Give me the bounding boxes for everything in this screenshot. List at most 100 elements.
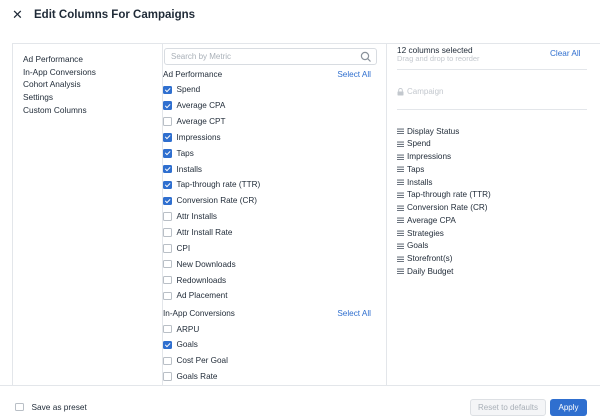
metric-label: Average CPT: [176, 117, 226, 127]
selected-column-label: Daily Budget: [407, 266, 454, 276]
locked-column: Campaign: [397, 87, 443, 96]
selected-column-label: Strategies: [407, 228, 444, 238]
metric-label: Cost Per Goal: [176, 356, 228, 366]
drag-handle-icon[interactable]: [397, 192, 404, 198]
metric-list[interactable]: Search by Metric Ad Performance Select Al…: [163, 44, 387, 385]
metric-row[interactable]: CPI: [163, 242, 190, 254]
drag-handle-icon[interactable]: [397, 128, 404, 134]
metric-checkbox[interactable]: [163, 101, 172, 110]
drag-handle-icon[interactable]: [397, 217, 404, 224]
selected-column-item[interactable]: Installs: [397, 176, 432, 188]
selected-column-label: Installs: [407, 177, 433, 187]
selected-column-item[interactable]: Daily Budget: [397, 265, 453, 277]
locked-column-label: Campaign: [407, 87, 444, 96]
clear-all-link[interactable]: Clear All: [550, 49, 581, 58]
metric-row[interactable]: Attr Installs: [163, 211, 217, 223]
metric-checkbox[interactable]: [163, 196, 172, 206]
metric-row[interactable]: Goals Rate: [163, 371, 217, 383]
drag-handle-icon[interactable]: [397, 243, 404, 249]
metric-row[interactable]: Ad Placement: [163, 290, 227, 302]
drag-handle-icon[interactable]: [397, 179, 404, 185]
select-all-link[interactable]: Select All: [337, 309, 371, 318]
selected-column-item[interactable]: Impressions: [397, 151, 451, 163]
metric-checkbox[interactable]: [163, 356, 172, 366]
metric-row[interactable]: Cost Per Goal: [163, 355, 228, 367]
metric-row[interactable]: Impressions: [163, 131, 221, 143]
drag-handle-icon[interactable]: [397, 256, 404, 262]
metric-checkbox[interactable]: [163, 85, 172, 95]
selected-column-item[interactable]: Strategies: [397, 227, 444, 239]
metric-checkbox[interactable]: [163, 149, 172, 158]
metric-checkbox[interactable]: [163, 291, 172, 301]
metric-checkbox[interactable]: [163, 164, 172, 174]
drag-handle-icon[interactable]: [397, 205, 404, 211]
metric-checkbox[interactable]: [163, 372, 172, 381]
save-preset-checkbox[interactable]: [15, 402, 24, 412]
reset-defaults-button[interactable]: Reset to defaults: [470, 399, 546, 416]
search-icon: [360, 51, 371, 62]
metric-checkbox[interactable]: [163, 117, 172, 126]
selected-column-item[interactable]: Tap-through rate (TTR): [397, 189, 491, 201]
select-all-link[interactable]: Select All: [337, 70, 371, 79]
metric-label: ARPU: [176, 324, 200, 334]
selected-column-label: Display Status: [407, 126, 460, 136]
metric-row[interactable]: ARPU: [163, 323, 199, 335]
selected-column-item[interactable]: Spend: [397, 138, 431, 150]
metric-checkbox[interactable]: [163, 244, 172, 253]
metric-checkbox[interactable]: [163, 180, 172, 190]
category-nav: Ad Performance In-App Conversions Cohort…: [13, 44, 163, 385]
selected-column-item[interactable]: Taps: [397, 163, 424, 175]
metric-label: CPI: [176, 243, 191, 253]
metric-row[interactable]: Spend: [163, 84, 200, 96]
metric-row[interactable]: Attr Install Rate: [163, 227, 232, 239]
reorder-hint: Drag and drop to reorder: [397, 54, 480, 63]
metric-label: Impressions: [176, 132, 221, 142]
metric-label: Installs: [176, 164, 202, 174]
selected-column-item[interactable]: Display Status: [397, 125, 459, 137]
columns-panel: Ad Performance In-App Conversions Cohort…: [12, 43, 600, 386]
metric-row[interactable]: Installs: [163, 163, 202, 175]
selected-column-label: Goals: [407, 241, 429, 251]
metric-row[interactable]: Goals: [163, 339, 198, 351]
metric-row[interactable]: New Downloads: [163, 258, 236, 270]
metric-checkbox[interactable]: [163, 259, 172, 269]
metric-checkbox[interactable]: [163, 324, 172, 334]
nav-item-in-app-conversions[interactable]: In-App Conversions: [13, 66, 162, 79]
metric-label: Taps: [176, 148, 194, 158]
metric-row[interactable]: Conversion Rate (CR): [163, 195, 257, 207]
divider: [397, 109, 587, 110]
save-preset-toggle[interactable]: Save as preset: [15, 402, 87, 412]
drag-handle-icon[interactable]: [397, 154, 404, 160]
drag-handle-icon[interactable]: [397, 141, 404, 147]
selected-column-label: Impressions: [407, 152, 452, 161]
drag-handle-icon[interactable]: [397, 230, 404, 236]
selected-column-item[interactable]: Average CPA: [397, 214, 456, 226]
selected-column-item[interactable]: Goals: [397, 240, 428, 252]
drag-handle-icon[interactable]: [397, 166, 404, 173]
metric-label: Tap-through rate (TTR): [176, 180, 261, 190]
metric-checkbox[interactable]: [163, 133, 172, 142]
nav-item-custom-columns[interactable]: Custom Columns: [13, 104, 162, 117]
metric-row[interactable]: Average CPT: [163, 116, 226, 128]
drag-handle-icon[interactable]: [397, 268, 404, 275]
metric-checkbox[interactable]: [163, 275, 172, 285]
search-input[interactable]: Search by Metric: [164, 48, 377, 65]
metric-checkbox[interactable]: [163, 228, 172, 237]
nav-item-cohort-analysis[interactable]: Cohort Analysis: [13, 78, 162, 91]
section-header: Ad Performance Select All: [163, 68, 371, 80]
metric-checkbox[interactable]: [163, 212, 172, 221]
selected-column-item[interactable]: Conversion Rate (CR): [397, 202, 488, 214]
nav-item-ad-performance[interactable]: Ad Performance: [13, 53, 162, 66]
metric-row[interactable]: Redownloads: [163, 274, 226, 286]
search-placeholder: Search by Metric: [171, 52, 232, 61]
apply-button[interactable]: Apply: [550, 399, 587, 416]
close-icon[interactable]: ✕: [12, 8, 24, 21]
metric-checkbox[interactable]: [163, 340, 172, 350]
metric-row[interactable]: Tap-through rate (TTR): [163, 179, 260, 191]
metric-row[interactable]: Average CPA: [163, 100, 225, 112]
section-title: In-App Conversions: [163, 308, 235, 318]
selected-column-item[interactable]: Storefront(s): [397, 253, 453, 265]
metric-row[interactable]: Taps: [163, 147, 194, 159]
metric-label: New Downloads: [176, 259, 236, 269]
nav-item-settings[interactable]: Settings: [13, 91, 162, 104]
